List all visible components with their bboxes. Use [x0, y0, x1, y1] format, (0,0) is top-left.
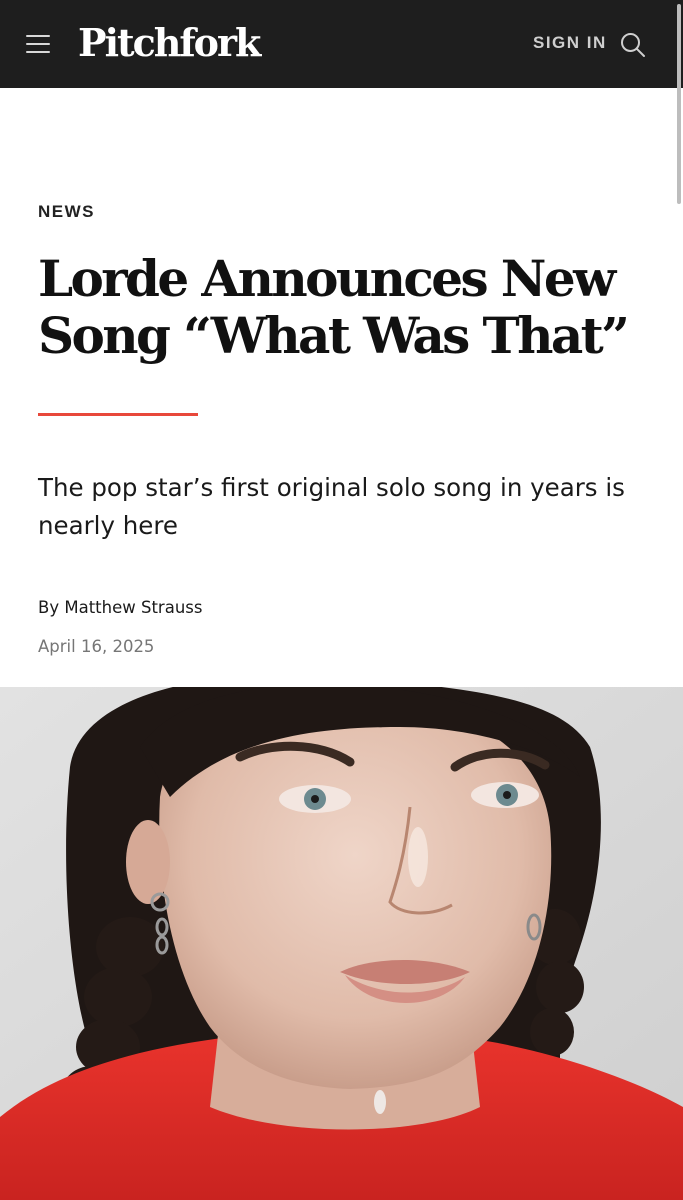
article-headline: Lorde Announces New Song “What Was That”	[38, 249, 630, 365]
author-link[interactable]: Matthew Strauss	[64, 598, 202, 617]
sign-in-link[interactable]: SIGN IN	[533, 32, 607, 54]
search-icon[interactable]	[620, 32, 646, 58]
site-logo[interactable]: Pitchfork	[78, 18, 261, 68]
byline: By Matthew Strauss	[38, 597, 202, 619]
hamburger-menu-icon[interactable]	[26, 33, 50, 55]
lead-image	[0, 687, 683, 1200]
site-header: Pitchfork SIGN IN	[0, 0, 683, 88]
lead-photo-illustration	[0, 687, 683, 1200]
scrollbar-thumb[interactable]	[677, 4, 681, 204]
publish-date: April 16, 2025	[38, 637, 155, 656]
byline-prefix: By	[38, 598, 65, 617]
section-label[interactable]: NEWS	[38, 201, 95, 223]
article-dek: The pop star’s first original solo song …	[38, 473, 625, 540]
headline-divider	[38, 413, 198, 416]
